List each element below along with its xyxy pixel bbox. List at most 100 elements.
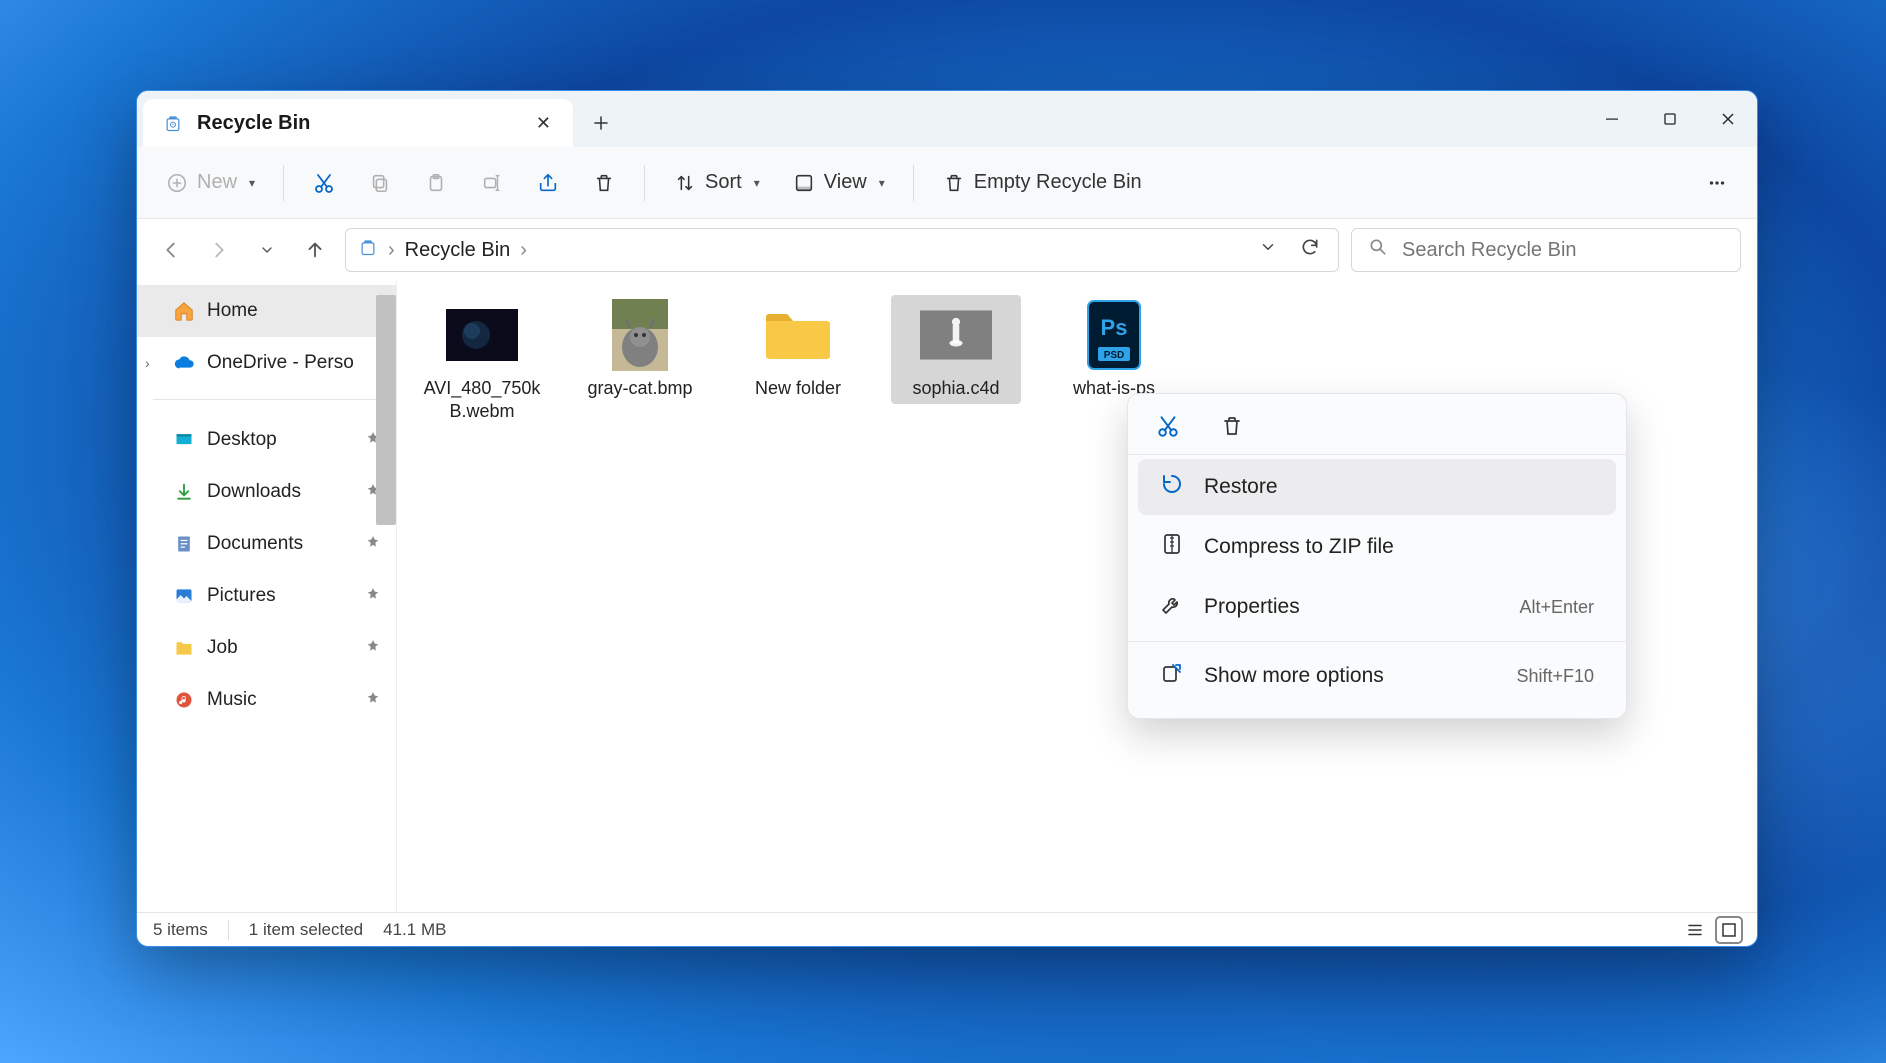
history-button[interactable] (249, 232, 285, 268)
context-menu-label: Restore (1204, 475, 1278, 499)
cut-button[interactable] (300, 163, 348, 203)
recycle-bin-icon (358, 237, 378, 263)
status-size: 41.1 MB (383, 920, 446, 940)
path-dropdown-icon[interactable] (1252, 238, 1284, 262)
svg-text:PSD: PSD (1104, 350, 1125, 361)
chevron-right-icon: › (520, 239, 527, 262)
context-menu-restore[interactable]: Restore (1138, 459, 1616, 515)
sidebar-item-pictures[interactable]: Pictures (137, 570, 396, 622)
home-icon (173, 300, 195, 322)
sidebar-divider (153, 399, 380, 400)
context-menu-compress[interactable]: Compress to ZIP file (1138, 519, 1616, 575)
sidebar-item-label: Music (207, 689, 257, 711)
pin-icon (366, 639, 380, 658)
shortcut-label: Alt+Enter (1519, 597, 1594, 618)
back-button[interactable] (153, 232, 189, 268)
delete-button[interactable] (1218, 412, 1246, 440)
details-view-button[interactable] (1683, 918, 1707, 942)
copy-icon (368, 171, 392, 195)
context-menu: Restore Compress to ZIP file Properties … (1127, 393, 1627, 719)
context-menu-iconrow (1128, 404, 1626, 455)
cloud-icon (173, 352, 195, 374)
chevron-down-icon: ▾ (879, 176, 885, 190)
tab-title: Recycle Bin (197, 112, 516, 135)
context-menu-divider (1128, 641, 1626, 642)
file-label: sophia.c4d (912, 377, 999, 400)
restore-icon (1160, 472, 1184, 502)
context-menu-show-more[interactable]: Show more options Shift+F10 (1138, 648, 1616, 704)
file-item-video[interactable]: AVI_480_750kB.webm (417, 295, 547, 426)
tab-recycle-bin[interactable]: Recycle Bin ✕ (143, 99, 573, 147)
forward-button[interactable] (201, 232, 237, 268)
body: Home › OneDrive - Perso Desktop (137, 281, 1757, 912)
close-tab-icon[interactable]: ✕ (530, 107, 557, 140)
sidebar-item-downloads[interactable]: Downloads (137, 466, 396, 518)
sidebar-item-music[interactable]: Music (137, 674, 396, 726)
folder-icon (173, 637, 195, 659)
clipboard-icon (424, 171, 448, 195)
up-button[interactable] (297, 232, 333, 268)
sidebar-item-label: Desktop (207, 429, 277, 451)
context-menu-label: Properties (1204, 595, 1300, 619)
file-item-c4d[interactable]: sophia.c4d (891, 295, 1021, 404)
content-area: AVI_480_750kB.webm gray-cat.bmp New fold… (397, 281, 1757, 912)
paste-button[interactable] (412, 163, 460, 203)
file-item-folder[interactable]: New folder (733, 295, 863, 404)
refresh-button[interactable] (1294, 237, 1326, 263)
sidebar-item-documents[interactable]: Documents (137, 518, 396, 570)
file-label: gray-cat.bmp (587, 377, 692, 400)
sort-label: Sort (705, 171, 742, 194)
rename-button[interactable] (468, 163, 516, 203)
sidebar-item-label: Documents (207, 533, 303, 555)
new-tab-button[interactable] (573, 99, 629, 147)
context-menu-properties[interactable]: Properties Alt+Enter (1138, 579, 1616, 635)
pin-icon (366, 535, 380, 554)
sidebar-item-job[interactable]: Job (137, 622, 396, 674)
file-item-image[interactable]: gray-cat.bmp (575, 295, 705, 404)
view-label: View (824, 171, 867, 194)
more-button[interactable] (1693, 163, 1741, 203)
chevron-down-icon: ▾ (754, 176, 760, 190)
new-button[interactable]: New ▾ (153, 163, 267, 203)
breadcrumb[interactable]: › Recycle Bin › (345, 228, 1339, 272)
status-selected: 1 item selected (249, 920, 363, 940)
sidebar-item-label: Home (207, 300, 258, 322)
cut-button[interactable] (1154, 412, 1182, 440)
psd-icon: PsPSD (1078, 299, 1150, 371)
sidebar-item-desktop[interactable]: Desktop (137, 414, 396, 466)
toolbar-divider (283, 165, 284, 201)
search-input[interactable] (1402, 239, 1724, 262)
share-button[interactable] (524, 163, 572, 203)
pictures-icon (173, 585, 195, 607)
sort-button[interactable]: Sort ▾ (661, 163, 772, 203)
file-label: AVI_480_750kB.webm (421, 377, 543, 422)
file-label: New folder (755, 377, 841, 400)
rename-icon (480, 171, 504, 195)
chevron-right-icon: › (145, 355, 150, 371)
delete-button[interactable] (580, 163, 628, 203)
search-box[interactable] (1351, 228, 1741, 272)
sidebar-item-label: Job (207, 637, 238, 659)
view-button[interactable]: View ▾ (780, 163, 897, 203)
sidebar-item-label: OneDrive - Perso (207, 352, 354, 374)
context-menu-label: Show more options (1204, 664, 1384, 688)
toolbar: New ▾ (137, 147, 1757, 219)
copy-button[interactable] (356, 163, 404, 203)
sidebar-item-home[interactable]: Home (137, 285, 396, 337)
c4d-thumbnail (920, 299, 992, 371)
sidebar: Home › OneDrive - Perso Desktop (137, 281, 397, 912)
documents-icon (173, 533, 195, 555)
recycle-bin-icon (163, 113, 183, 133)
ellipsis-icon (1705, 171, 1729, 195)
breadcrumb-item[interactable]: Recycle Bin (405, 239, 511, 262)
minimize-button[interactable] (1583, 91, 1641, 147)
close-button[interactable] (1699, 91, 1757, 147)
navigation-row: › Recycle Bin › (137, 219, 1757, 281)
scrollbar-thumb[interactable] (376, 295, 396, 525)
desktop-icon (173, 429, 195, 451)
maximize-button[interactable] (1641, 91, 1699, 147)
file-item-psd[interactable]: PsPSD what-is-ps (1049, 295, 1179, 404)
sidebar-item-onedrive[interactable]: › OneDrive - Perso (137, 337, 396, 389)
icons-view-button[interactable] (1717, 918, 1741, 942)
empty-recycle-bin-button[interactable]: Empty Recycle Bin (930, 163, 1154, 203)
